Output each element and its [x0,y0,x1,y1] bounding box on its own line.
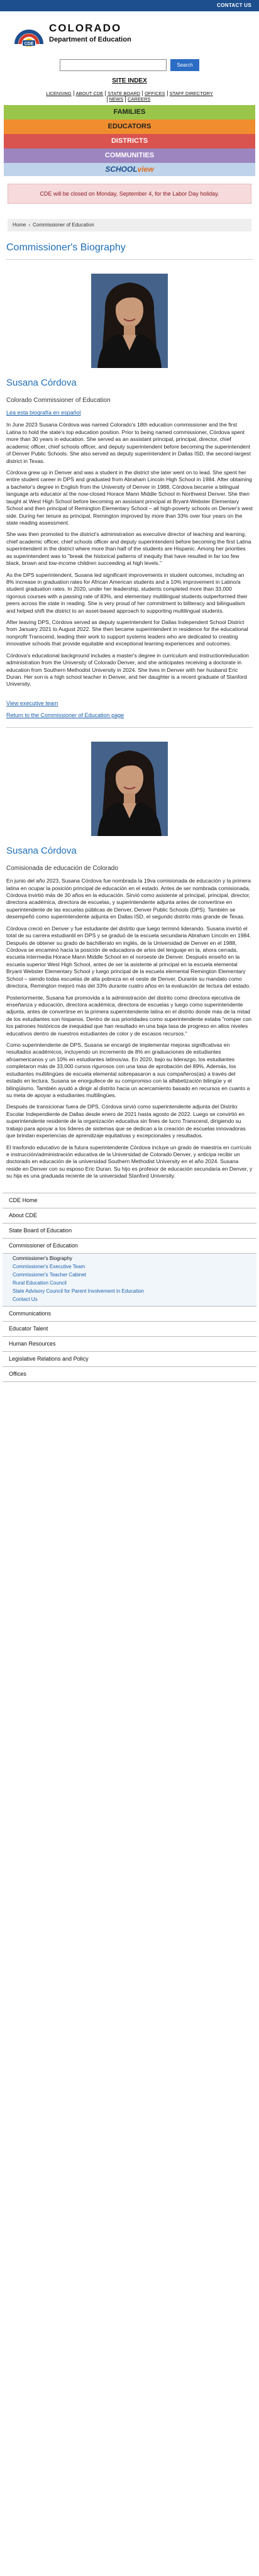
page-title: Commissioner's Biography [6,242,126,253]
commissioner-photo [91,274,168,369]
nav-families[interactable]: FAMILIES [4,105,255,120]
util-link-staff-directory[interactable]: STAFF DIRECTORY [167,90,215,97]
search-bar: Search [0,59,259,71]
view-executive-team-link[interactable]: View executive team [6,700,253,708]
util-link-licensing[interactable]: LICENSING [44,91,73,97]
section-divider [6,727,253,728]
search-button[interactable]: Search [170,59,199,71]
util-link-state-board[interactable]: STATE BOARD [105,90,142,97]
bio-paragraph: El trasfondo educativo de la futura supe… [6,1144,253,1179]
logo-line-2: Department of Education [49,36,131,44]
return-commissioner-page-link[interactable]: Return to the Commissioner of Education … [6,711,253,720]
section-nav-item[interactable]: State Board of Education [3,1224,256,1239]
spanish-bio-link[interactable]: Lea esta biografía en español [6,409,253,417]
breadcrumb-separator: › [28,222,31,228]
logo-line-1: COLORADO [49,22,122,35]
util-link-news[interactable]: NEWS [106,96,126,103]
bio-paragraph: Córdova's educational background include… [6,652,249,688]
bio-spanish: En junio del año 2023, Susana Córdova fu… [0,878,259,1179]
breadcrumb: Home › Commissioner of Education [8,219,251,231]
bio-paragraph: Como superintendente de DPS, Susana se e… [6,1042,250,1098]
breadcrumb-current: Commissioner of Education [33,222,94,228]
section-nav-item[interactable]: About CDE [3,1208,256,1224]
subnav-item[interactable]: Rural Education Council [3,1280,256,1288]
schoolview-suffix: view [137,164,154,174]
bio-paragraph: In June 2023 Susana Córdova was named Co… [6,421,251,464]
section-nav-item[interactable]: Educator Talent [3,1322,256,1337]
subnav-item[interactable]: Commissioner's Executive Team [3,1263,256,1271]
section-nav: CDE Home About CDE State Board of Educat… [3,1192,256,1382]
bio-paragraph: Córdova creció en Denver y fue estudiant… [6,925,251,990]
search-input[interactable] [60,59,167,71]
section-nav-item[interactable]: Human Resources [3,1337,256,1352]
site-index: SITE INDEX [0,77,259,86]
util-link-offices[interactable]: OFFICES [142,90,167,97]
section-nav-item[interactable]: Offices [3,1367,256,1382]
person-role-english: Colorado Commissioner of Education [6,396,111,404]
person-role-spanish: Comisionada de educación de Colorado [6,864,118,872]
bio-paragraph: Después de transicionar fuera de DPS, Có… [6,1103,246,1139]
colorado-cde-logo[interactable]: CDE [14,21,44,47]
top-utility-bar: CONTACT US [0,0,259,11]
logo-badge-text: CDE [25,42,34,47]
subnav-item[interactable]: State Advisory Council for Parent Involv… [3,1288,256,1296]
section-nav-item[interactable]: Communications [3,1307,256,1322]
logo-wordmark[interactable]: COLORADO Department of Education [49,23,131,45]
bio-paragraph: After leaving DPS, Córdova served as dep… [6,619,248,647]
nav-educators[interactable]: EDUCATORS [4,120,255,134]
schoolview-prefix: SCHOOL [105,164,138,174]
subnav-item[interactable]: Commissioner's Teacher Cabinet [3,1271,256,1280]
schoolview-logo: SCHOOLview [105,164,153,175]
person-name-english: Susana Córdova [6,377,77,389]
bio-paragraph: As the DPS superintendent, Susana led si… [6,571,248,614]
bio-links: View executive team Return to the Commis… [6,700,253,720]
title-divider [6,259,253,260]
contact-us-link[interactable]: CONTACT US [217,2,251,9]
util-link-careers[interactable]: CAREERS [125,96,152,103]
site-header: CDE COLORADO Department of Education [0,11,259,52]
closure-alert: CDE will be closed on Monday, September … [8,184,251,204]
bio-paragraph: Posteriormente, Susana fue promovida a l… [6,994,252,1037]
subnav-item-current[interactable]: Commissioner's Biography [3,1255,256,1263]
section-nav-item[interactable]: Legislative Relations and Policy [3,1352,256,1367]
bio-english: In June 2023 Susana Córdova was named Co… [0,421,259,688]
bio-paragraph: She was then promoted to the district's … [6,531,251,567]
person-name-spanish: Susana Córdova [6,845,77,856]
util-link-about-cde[interactable]: ABOUT CDE [73,90,106,97]
utility-links: LICENSING ABOUT CDE STATE BOARD OFFICES … [41,90,218,103]
section-subnav: Commissioner's Biography Commissioner's … [3,1253,256,1307]
nav-schoolview[interactable]: SCHOOLview [4,163,255,176]
section-nav-item[interactable]: Commissioner of Education [3,1239,256,1254]
subnav-item[interactable]: Contact Us [3,1296,256,1304]
section-nav-item[interactable]: CDE Home [3,1193,256,1208]
nav-districts[interactable]: DISTRICTS [4,134,255,148]
nav-communities[interactable]: COMMUNITIES [4,148,255,163]
breadcrumb-home[interactable]: Home [13,221,26,229]
bio-paragraph: Córdova grew up in Denver and was a stud… [6,469,253,526]
commissioner-photo-spanish [91,741,168,836]
bio-paragraph: En junio del año 2023, Susana Córdova fu… [6,878,251,920]
site-index-link[interactable]: SITE INDEX [112,77,147,84]
